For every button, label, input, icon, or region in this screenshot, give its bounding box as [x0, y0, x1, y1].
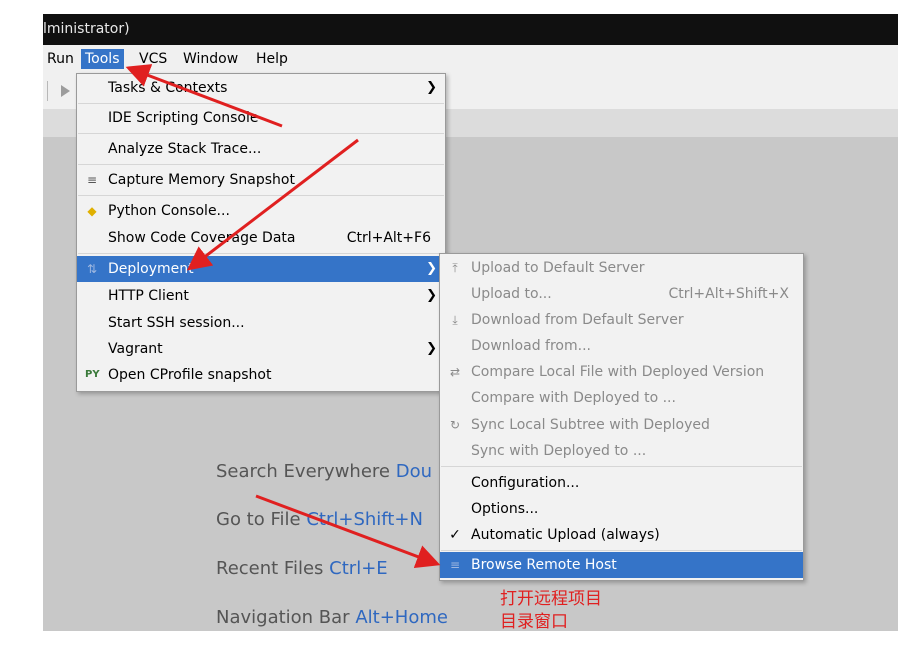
arrow-to-tools-menu [125, 64, 283, 128]
annotation-arrows [125, 64, 441, 568]
annotation-note: 打开远程项目 目录窗口 [500, 589, 602, 632]
arrow-to-deployment [186, 138, 359, 271]
arrow-to-browse-remote-host [255, 494, 441, 568]
